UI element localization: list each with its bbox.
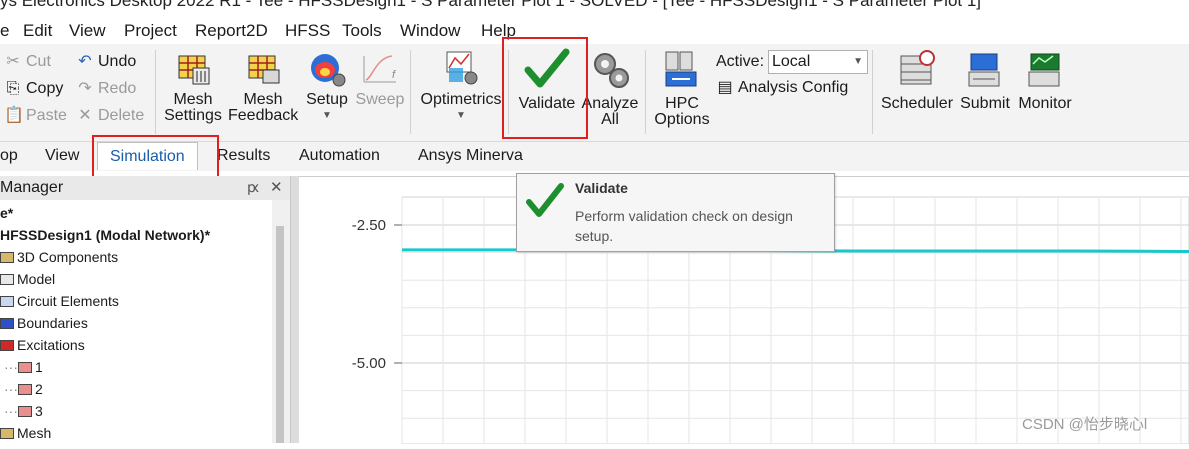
- undo-button[interactable]: ↶ Undo: [76, 51, 136, 73]
- tab-desktop[interactable]: op: [0, 147, 18, 165]
- submit-icon: [968, 53, 1000, 87]
- menu-file[interactable]: e: [0, 21, 9, 41]
- boundaries-icon: [0, 318, 14, 329]
- delete-icon: ✕: [78, 107, 92, 124]
- copy-icon: ⎘: [6, 80, 20, 97]
- tooltip-title: Validate: [575, 180, 628, 196]
- ribbon: ✂ Cut ⎘ Copy 📋 Paste ↶ Undo ↷ Redo ✕ Delete Me…: [0, 44, 1189, 142]
- tab-view[interactable]: View: [45, 147, 79, 165]
- setup-button[interactable]: Setup ▼: [300, 48, 354, 124]
- tab-automation[interactable]: Automation: [299, 147, 380, 165]
- ribbon-separator: [410, 50, 411, 134]
- setup-icon: [311, 54, 346, 87]
- tree-item-port-1[interactable]: ··· 1: [4, 356, 43, 378]
- undo-icon: ↶: [78, 53, 92, 70]
- submit-button[interactable]: Submit: [956, 48, 1014, 112]
- active-label: Active:: [716, 53, 765, 70]
- tooltip-body: Perform validation check on design setup…: [575, 208, 793, 244]
- chevron-down-icon[interactable]: ▼: [300, 108, 354, 124]
- sweep-button[interactable]: f Sweep: [355, 48, 405, 108]
- project-manager-header: Manager ԗ ✕: [0, 176, 290, 200]
- tree-item-boundaries[interactable]: Boundaries: [0, 312, 88, 334]
- tree-item-design[interactable]: HFSSDesign1 (Modal Network)*: [0, 224, 210, 246]
- ribbon-separator: [872, 50, 873, 134]
- scissors-icon: ✂: [6, 53, 20, 70]
- port-icon: [18, 406, 32, 417]
- redo-button[interactable]: ↷ Redo: [76, 78, 136, 100]
- watermark: CSDN @怡步晓心l: [1022, 416, 1148, 433]
- hpc-icon: [665, 51, 697, 87]
- scheduler-button[interactable]: Scheduler: [878, 48, 956, 112]
- tree-item-port-2[interactable]: ··· 2: [4, 378, 43, 400]
- tree-item-model[interactable]: Model: [0, 268, 55, 290]
- analysis-config-button[interactable]: ▤ Analysis Config: [716, 77, 848, 99]
- optimetrics-button[interactable]: Optimetrics ▼: [416, 48, 506, 124]
- server-icon: ▤: [717, 79, 733, 96]
- validate-tooltip: Validate Perform validation check on des…: [516, 173, 835, 252]
- menu-bar: e Edit View Project Report2D HFSS Tools …: [0, 20, 1189, 44]
- y-tick-label: -2.50: [352, 217, 386, 234]
- ribbon-separator: [645, 50, 646, 134]
- y-tick-label: -5.00: [352, 355, 386, 372]
- optimetrics-icon: [446, 51, 478, 85]
- chevron-down-icon: ▼: [853, 56, 863, 67]
- tree-item-excitations[interactable]: Excitations: [0, 334, 85, 356]
- cut-button[interactable]: ✂ Cut: [4, 51, 51, 73]
- model-icon: [0, 274, 14, 285]
- simulation-tab-highlight-box: [92, 135, 219, 181]
- mesh-feedback-icon: [248, 55, 280, 84]
- close-icon[interactable]: ✕: [270, 178, 283, 196]
- menu-window[interactable]: Window: [400, 21, 460, 41]
- monitor-icon: [1028, 53, 1060, 87]
- tree-item-3d-components[interactable]: 3D Components: [0, 246, 118, 268]
- tree-item-mesh[interactable]: Mesh: [0, 422, 51, 443]
- tab-results[interactable]: Results: [217, 147, 270, 165]
- scrollbar-thumb[interactable]: [276, 226, 284, 443]
- analyze-all-button[interactable]: Analyze All: [580, 48, 640, 128]
- paste-icon: 📋: [4, 107, 24, 124]
- checkmark-icon: [526, 183, 564, 217]
- project-manager-title: Manager: [0, 179, 64, 196]
- menu-hfss[interactable]: HFSS: [285, 21, 330, 41]
- panel-splitter[interactable]: [290, 176, 299, 443]
- tree-item-port-3[interactable]: ··· 3: [4, 400, 43, 422]
- paste-button[interactable]: 📋 Paste: [4, 105, 67, 127]
- mesh-settings-icon: [178, 55, 210, 85]
- window-title: ys Electronics Desktop 2022 R1 - Tee - H…: [0, 0, 982, 10]
- port-icon: [18, 362, 32, 373]
- port-icon: [18, 384, 32, 395]
- menu-view[interactable]: View: [69, 21, 106, 41]
- validate-highlight-box: [502, 37, 588, 139]
- tab-ansys-minerva[interactable]: Ansys Minerva: [418, 147, 523, 165]
- chevron-down-icon[interactable]: ▼: [416, 108, 506, 124]
- svg-text:f: f: [392, 69, 396, 81]
- circuit-icon: [0, 296, 14, 307]
- menu-report2d[interactable]: Report2D: [195, 21, 268, 41]
- monitor-button[interactable]: Monitor: [1014, 48, 1076, 112]
- active-select[interactable]: Local ▼: [768, 50, 868, 74]
- ribbon-separator: [155, 50, 156, 134]
- components-icon: [0, 252, 14, 263]
- project-tree: e* HFSSDesign1 (Modal Network)* 3D Compo…: [0, 200, 272, 443]
- tree-item-project[interactable]: e*: [0, 202, 13, 224]
- mesh-feedback-button[interactable]: Mesh Feedback: [228, 48, 298, 124]
- copy-button[interactable]: ⎘ Copy: [4, 78, 64, 100]
- menu-project[interactable]: Project: [124, 21, 177, 41]
- scheduler-icon: [900, 50, 935, 85]
- mesh-icon: [0, 428, 14, 439]
- menu-tools[interactable]: Tools: [342, 21, 382, 41]
- menu-edit[interactable]: Edit: [23, 21, 52, 41]
- excitations-icon: [0, 340, 14, 351]
- delete-button[interactable]: ✕ Delete: [76, 105, 144, 127]
- sweep-icon: f: [363, 55, 396, 83]
- hpc-options-button[interactable]: HPC Options: [650, 48, 714, 128]
- mesh-settings-button[interactable]: Mesh Settings: [160, 48, 226, 124]
- tree-item-circuit-elements[interactable]: Circuit Elements: [0, 290, 119, 312]
- gears-icon: [594, 53, 629, 88]
- redo-icon: ↷: [78, 80, 92, 97]
- pin-icon[interactable]: ԗ: [247, 179, 259, 196]
